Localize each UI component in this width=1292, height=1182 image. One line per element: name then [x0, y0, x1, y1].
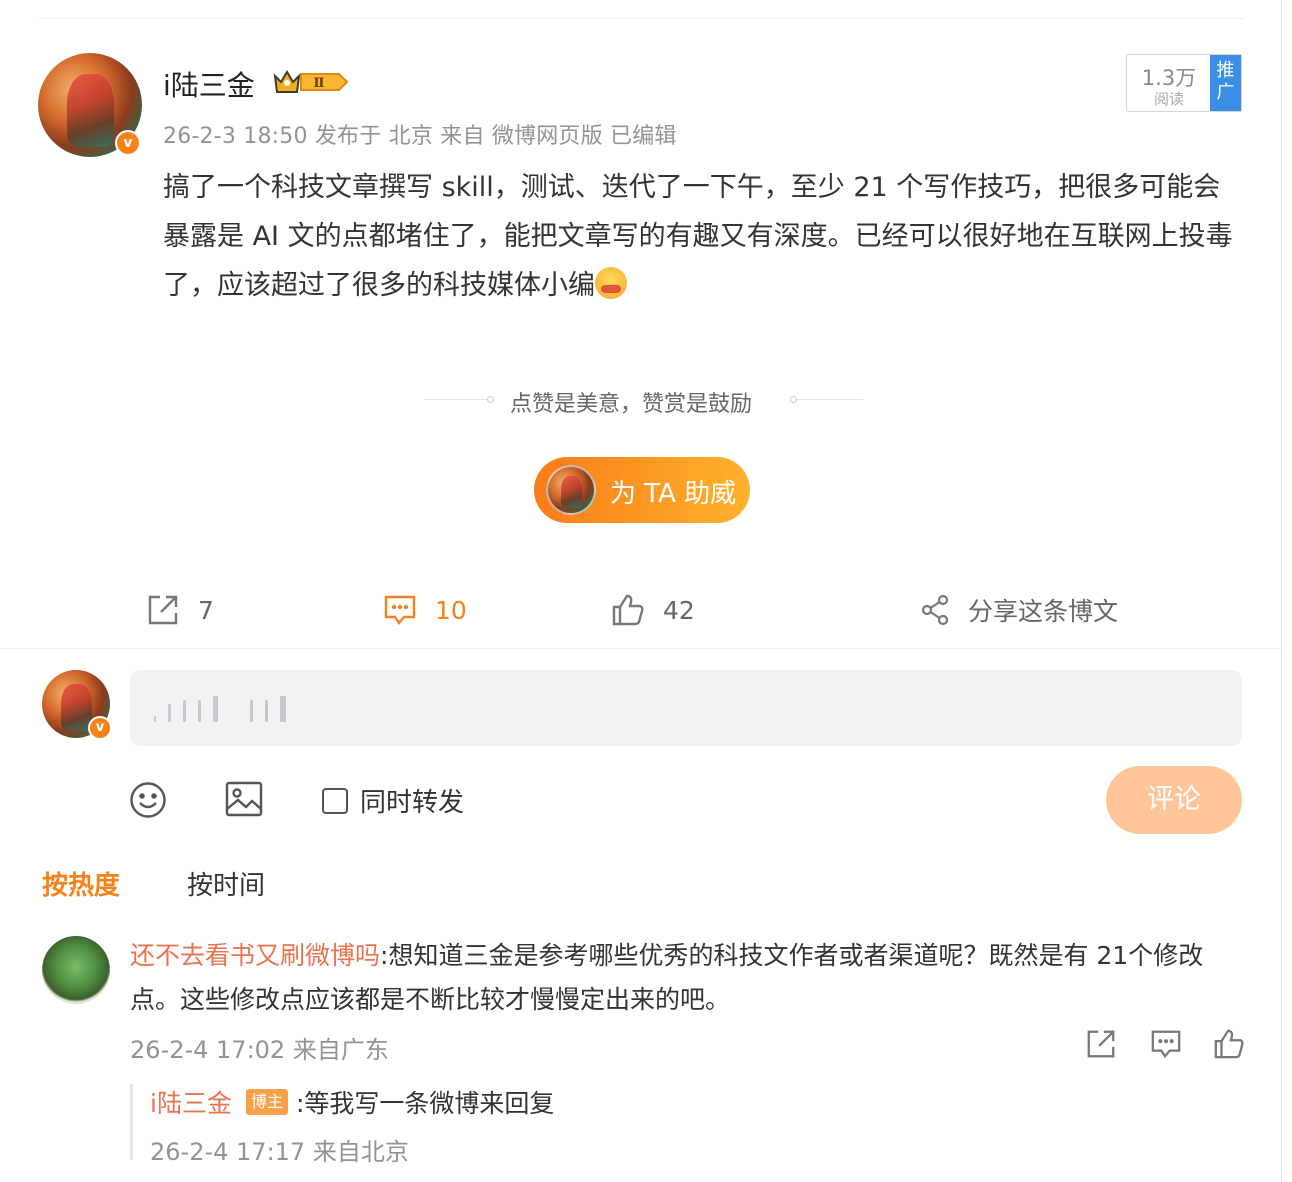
post-meta: 26-2-3 18:50 发布于 北京 来自 微博网页版 已编辑	[163, 124, 677, 149]
comment-repost-icon[interactable]	[1085, 1028, 1117, 1060]
repost-button[interactable]: 7	[146, 588, 214, 632]
reply-indent-bar	[130, 1084, 133, 1160]
comment-meta: 26-2-4 17:02 来自广东	[130, 1036, 389, 1064]
divider-left-line	[424, 399, 490, 400]
like-button[interactable]: 42	[611, 588, 695, 632]
reply-text: :等我写一条微博来回复	[296, 1089, 555, 1118]
divider-left-dot	[487, 396, 494, 403]
comment-icon	[384, 595, 416, 626]
repost-icon	[148, 595, 178, 625]
emoji-picker-icon[interactable]	[129, 781, 167, 819]
read-count-label: 阅读	[1153, 90, 1184, 108]
post-card: v i陆三金 Ⅱ 26-2-3 18:50 发布于 北京 来自 微博网页版 已编…	[0, 0, 1282, 1182]
member-crown-icon[interactable]: Ⅱ	[273, 68, 349, 96]
verified-badge-icon: v	[115, 130, 141, 156]
reply-author-name[interactable]: i陆三金	[150, 1084, 232, 1120]
svg-text:Ⅱ: Ⅱ	[314, 76, 325, 91]
sort-by-time-tab[interactable]: 按时间	[187, 865, 265, 902]
my-verified-badge-icon: v	[88, 716, 112, 740]
post-body: 搞了一个科技文章撰写 skill，测试、迭代了一下午，至少 21 个写作技巧，把…	[163, 163, 1243, 310]
comment-input[interactable]	[130, 670, 1242, 746]
section-divider	[0, 648, 1282, 649]
reply-meta: 26-2-4 17:17 来自北京	[150, 1138, 409, 1166]
share-label: 分享这条博文	[968, 597, 1119, 626]
read-count-box: 1.3万 阅读 推广	[1126, 54, 1242, 112]
comment-body: 还不去看书又刷微博吗:想知道三金是参考哪些优秀的科技文作者或者渠道呢？既然是有 …	[130, 934, 1240, 1022]
also-repost-label: 同时转发	[360, 788, 465, 818]
comment-button[interactable]: 10	[383, 588, 467, 632]
commenter-name[interactable]: 还不去看书又刷微博吗	[130, 941, 380, 970]
sort-by-hot-tab[interactable]: 按热度	[42, 865, 120, 902]
divider-right-line	[797, 399, 863, 400]
share-icon	[921, 594, 949, 626]
comment-reply-icon[interactable]	[1150, 1028, 1182, 1060]
support-avatar	[546, 465, 596, 515]
comment-like-icon[interactable]	[1213, 1028, 1245, 1060]
post-text: 搞了一个科技文章撰写 skill，测试、迭代了一下午，至少 21 个写作技巧，把…	[163, 172, 1233, 301]
top-divider	[38, 18, 1244, 19]
share-button[interactable]: 分享这条博文	[920, 588, 1118, 632]
blogger-badge: 博主	[246, 1089, 289, 1115]
divider-right-dot	[790, 396, 797, 403]
grimace-emoji-icon	[595, 267, 627, 299]
author-name[interactable]: i陆三金	[163, 64, 255, 104]
submit-comment-button[interactable]: 评论	[1106, 766, 1242, 834]
repost-count: 7	[198, 595, 214, 625]
also-repost-checkbox[interactable]	[322, 787, 348, 814]
image-upload-icon[interactable]	[225, 781, 263, 817]
action-bar: 7 10 42 分享这条博文	[0, 588, 1282, 632]
like-count: 42	[663, 595, 695, 625]
also-repost-toggle[interactable]: 同时转发	[322, 782, 464, 819]
support-slogan: 点赞是美意，赞赏是鼓励	[510, 392, 753, 417]
support-button[interactable]: 为 TA 助威	[534, 457, 750, 523]
support-button-label: 为 TA 助威	[610, 479, 737, 509]
thumbs-up-icon	[612, 594, 644, 626]
promote-label: 推广	[1216, 60, 1235, 103]
promote-button[interactable]: 推广	[1210, 55, 1241, 111]
commenter-avatar[interactable]	[42, 936, 110, 1004]
comment-count: 10	[435, 595, 467, 625]
input-placeholder-blur	[154, 694, 286, 722]
